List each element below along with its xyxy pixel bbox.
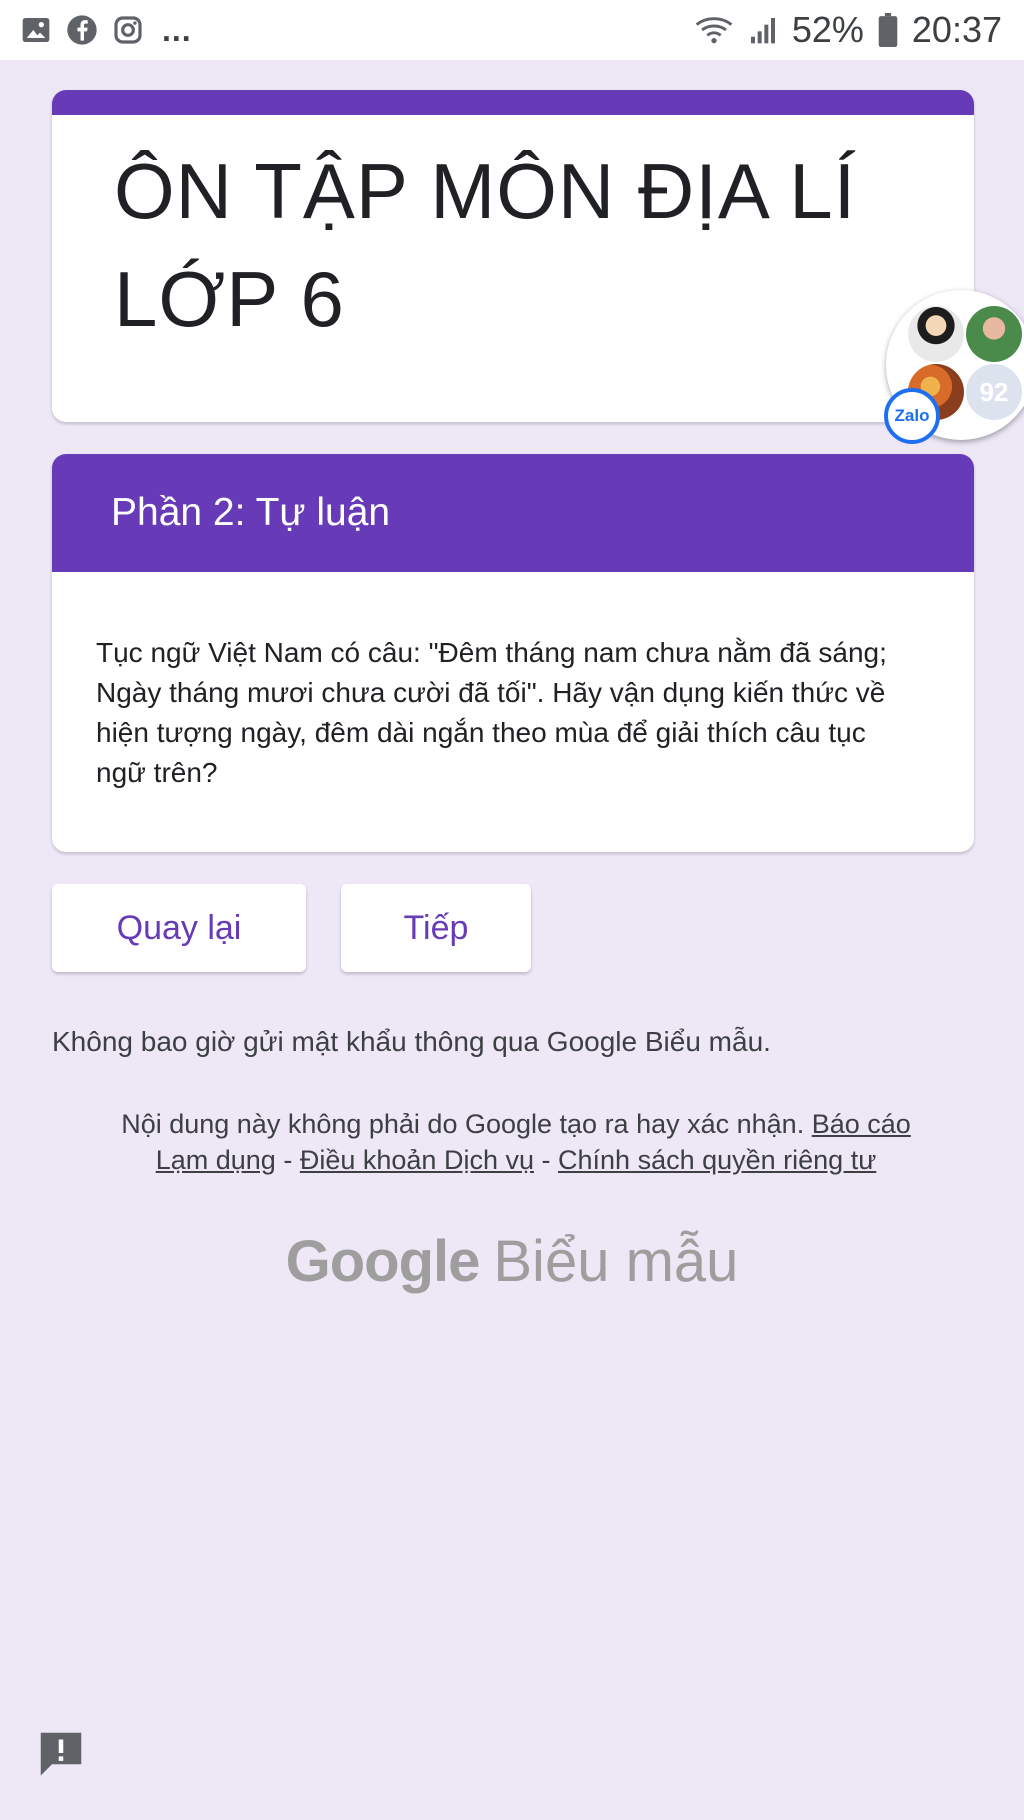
next-button[interactable]: Tiếp [341,884,531,972]
title-accent-bar [52,90,974,115]
clock: 20:37 [911,9,1002,50]
battery-icon [878,13,898,47]
section-description: Tục ngữ Việt Nam có câu: "Đêm tháng nam … [96,637,887,788]
form-title-card: ÔN TẬP MÔN ĐỊA LÍ LỚP 6 [52,90,974,422]
status-bar: ... 52% 20:37 [0,0,1024,60]
google-forms-logo[interactable]: Google Biểu mẫu [0,1228,1024,1295]
footer-separator: - [283,1145,293,1175]
wifi-icon [694,14,734,46]
more-notifications: ... [162,11,192,48]
logo-brand: Google [285,1229,481,1294]
password-warning: Không bao giờ gửi mật khẩu thông qua Goo… [52,1026,771,1057]
back-button[interactable]: Quay lại [52,884,306,972]
terms-of-service-link[interactable]: Điều khoản Dịch vụ [300,1145,534,1175]
privacy-policy-link[interactable]: Chính sách quyền riêng tư [558,1145,876,1175]
section-title: Phần 2: Tự luận [52,454,974,572]
disclaimer-text: Nội dung này không phải do Google tạo ra… [121,1109,805,1139]
status-left: ... [20,12,192,49]
zalo-icon: Zalo [884,388,940,444]
signal-icon [748,14,778,46]
unread-count-badge: 92 [966,364,1022,420]
avatar [908,306,964,362]
report-problem-icon[interactable] [34,1726,88,1780]
footer-separator: - [541,1145,551,1175]
instagram-icon [112,14,144,46]
section-card: Phần 2: Tự luận Tục ngữ Việt Nam có câu:… [52,454,974,852]
logo-product: Biểu mẫu [493,1229,739,1294]
zalo-chat-bubble[interactable]: 92 Zalo [884,290,1024,444]
avatar [966,306,1022,362]
gallery-icon [20,14,52,46]
footer-disclaimer: Nội dung này không phải do Google tạo ra… [96,1106,936,1178]
battery-percent: 52% [791,9,864,50]
form-title: ÔN TẬP MÔN ĐỊA LÍ LỚP 6 [114,147,857,343]
facebook-icon [66,14,98,46]
status-right: 52% 20:37 [694,9,1002,51]
